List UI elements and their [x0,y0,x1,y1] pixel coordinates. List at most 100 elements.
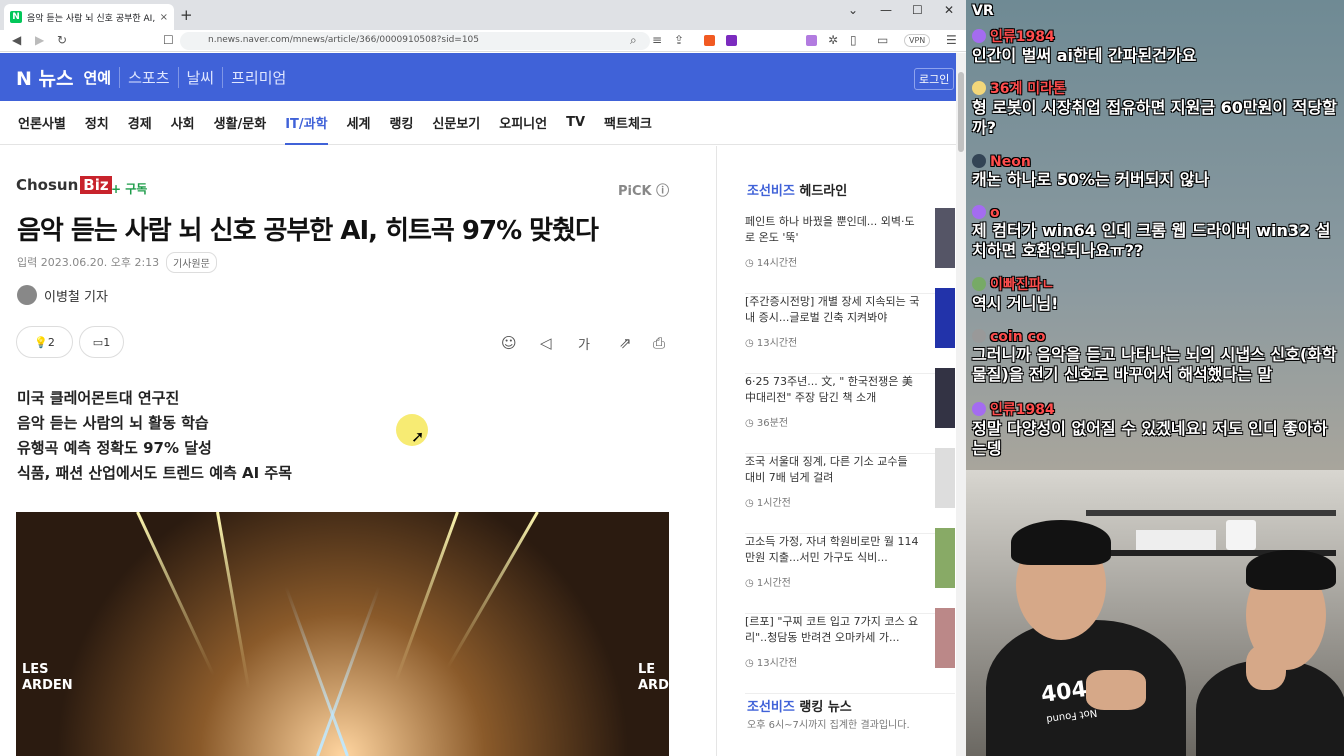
shirt-text: 404 [1039,676,1089,709]
share-icon[interactable]: ⇪ [674,33,684,47]
mouse-pointer-icon: ➚ [411,427,425,446]
headline-thumb [935,608,955,668]
reaction-button[interactable]: 💡 2 [16,326,73,358]
chat-message: coin co 그러니까 음악을 듣고 나타나는 뇌의 시냅스 신호(화학물질)을… [972,329,1337,384]
article-headline: 음악 듣는 사람 뇌 신호 공부한 AI, 히트곡 97% 맞췄다 [17,216,599,246]
brave-shield-icon[interactable] [704,35,715,46]
nav-sports[interactable]: 스포츠 [119,66,177,88]
nav-entertainment[interactable]: 연예 [83,67,119,88]
streamer-left-hand [1086,670,1146,710]
robot-summary-icon[interactable]: ☺ [501,334,517,352]
chat-message: Neon 캐논 하나로 50%는 커버되지 않나 [972,154,1210,189]
cat-ranking[interactable]: 랭킹 [390,101,414,145]
rewards-icon[interactable] [726,35,737,46]
user-avatar-icon [972,205,986,219]
photo-sign-left: LES ARDEN [22,662,73,693]
category-nav: 언론사별 정치 경제 사회 생활/문화 IT/과학 세계 랭킹 신문보기 오피니… [0,101,956,145]
close-window-button[interactable]: ✕ [944,3,954,17]
wallet-icon[interactable]: ▭ [877,33,888,47]
url-input[interactable]: n.news.naver.com/mnews/article/366/00009… [180,32,650,50]
menu-icon[interactable]: ☰ [946,33,957,47]
naver-favicon-icon: N [10,11,22,23]
reader-icon[interactable]: ≡ [652,33,662,47]
scrollbar-thumb[interactable] [958,72,964,152]
cat-life[interactable]: 생활/문화 [214,101,267,145]
original-article-button[interactable]: 기사원문 [166,252,217,273]
login-button[interactable]: 로그인 [914,68,955,90]
forward-icon[interactable]: ▶ [35,33,44,47]
scrollbar-track[interactable] [956,53,966,756]
headline-thumb [935,368,955,428]
nav-weather[interactable]: 날씨 [177,66,223,88]
article: Chosun Biz + 구독 PiCK ⓘ 음악 듣는 사람 뇌 신호 공부한 … [0,146,716,756]
cat-politics[interactable]: 정치 [85,101,109,145]
cat-society[interactable]: 사회 [171,101,195,145]
sidebar-icon[interactable]: ▯ [850,33,857,47]
headline-thumb [935,208,955,268]
tab-close-icon[interactable]: × [160,12,168,23]
headline-item[interactable]: [주간증시전망] 개별 장세 지속되는 국내 증시...글로벌 긴축 지켜봐야 ◷… [745,288,955,374]
cat-opinion[interactable]: 오피니언 [499,101,547,145]
user-avatar-icon [972,154,986,168]
naver-header: N 뉴스 연예 스포츠 날씨 프리미엄 [0,53,956,101]
headline-thumb [935,448,955,508]
headline-item[interactable]: 페인트 하나 바꿨을 뿐인데... 외벽·도로 온도 '뚝' ◷ 14시간전 [745,208,955,294]
puzzle-icon[interactable]: ✲ [828,33,838,47]
article-photo: LES ARDEN LE ARD [16,512,669,756]
press-logo[interactable]: Chosun Biz [16,176,112,194]
tab-bar: N 음악 듣는 사람 뇌 신호 공부한 AI, 히트곡 97% 맞췄다 × + … [0,0,966,30]
reload-icon[interactable]: ↻ [57,33,67,47]
print-icon[interactable]: ⎙ [653,334,665,352]
headline-item[interactable]: 조국 서울대 징계, 다른 기소 교수들 대비 7배 넘게 걸려 ◷ 1시간전 [745,448,955,534]
headline-thumb [935,528,955,588]
minimize-button[interactable]: — [880,3,892,17]
shirt-subtext: Not Found [1045,706,1098,725]
vpn-button[interactable]: VPN [904,34,931,47]
cat-economy[interactable]: 경제 [128,101,152,145]
new-tab-button[interactable]: + [180,6,193,24]
clock-icon: ◷ [745,658,757,669]
headline-item[interactable]: 고소득 가정, 자녀 학원비로만 월 114만원 지출...서민 가구도 식비.… [745,528,955,614]
subscribe-button[interactable]: + 구독 [111,180,147,197]
back-icon[interactable]: ◀ [12,33,21,47]
comment-button[interactable]: ▭ 1 [79,326,124,358]
chat-message: VR [972,3,994,19]
font-size-button[interactable]: 가 [578,334,590,353]
nav-premium[interactable]: 프리미엄 [222,66,294,88]
naver-news-logo[interactable]: N 뉴스 [16,64,73,91]
cat-it-science[interactable]: IT/과학 [285,101,328,145]
share-icon[interactable]: ⇗ [619,334,632,352]
clock-icon: ◷ [745,338,757,349]
zoom-icon[interactable]: ⌕ [630,33,637,48]
cat-world[interactable]: 세계 [347,101,371,145]
cat-factcheck[interactable]: 팩트체크 [604,101,652,145]
clock-icon: ◷ [745,258,757,269]
tab-search-icon[interactable]: ⌄ [848,3,858,17]
chat-message: 인류1984 인간이 벌써 ai한테 간파된건가요 [972,29,1197,65]
sidebar-title: 조선비즈 헤드라인 [747,184,848,199]
maximize-button[interactable]: ☐ [912,3,923,17]
cat-tv[interactable]: TV [566,101,585,145]
headline-thumb [935,288,955,348]
article-summary: 미국 클레어몬트대 연구진 음악 듣는 사람의 뇌 활동 학습 유행곡 예측 정… [17,389,293,482]
tab-active[interactable]: N 음악 듣는 사람 뇌 신호 공부한 AI, 히트곡 97% 맞췄다 × [4,4,174,30]
stream-chat-overlay: VR 인류1984 인간이 벌써 ai한테 간파된건가요 36계 미라톤 형 로봇이… [966,0,1344,470]
bookmark-icon[interactable]: ☐ [163,33,174,47]
clock-icon: ◷ [745,418,757,429]
user-avatar-icon [972,402,986,416]
user-avatar-icon [972,277,986,291]
reporter-avatar [17,285,37,305]
reporter-name[interactable]: 이병철 기자 [44,286,108,305]
tab-title: 음악 듣는 사람 뇌 신호 공부한 AI, 히트곡 97% 맞췄다 [27,13,156,24]
cat-newspaper[interactable]: 신문보기 [432,101,480,145]
speaker-icon[interactable]: ◁ [540,334,552,352]
clock-icon: ◷ [745,498,757,509]
article-date: 입력 2023.06.20. 오후 2:13 [17,256,160,269]
pick-badge[interactable]: PiCK ⓘ [618,180,669,199]
cat-press[interactable]: 언론사별 [18,101,66,145]
headline-item[interactable]: 6·25 73주년... 文, " 한국전쟁은 美中대리전" 주장 담긴 책 소… [745,368,955,454]
headline-item[interactable]: [르포] "구찌 코트 입고 7가지 코스 요리"..청담동 반려견 오마카세 … [745,608,955,694]
extension-m-icon[interactable] [806,35,817,46]
photo-sign-right: LE ARD [638,662,669,693]
address-bar: ◀ ▶ ↻ ☐ n.news.naver.com/mnews/article/3… [0,30,966,52]
